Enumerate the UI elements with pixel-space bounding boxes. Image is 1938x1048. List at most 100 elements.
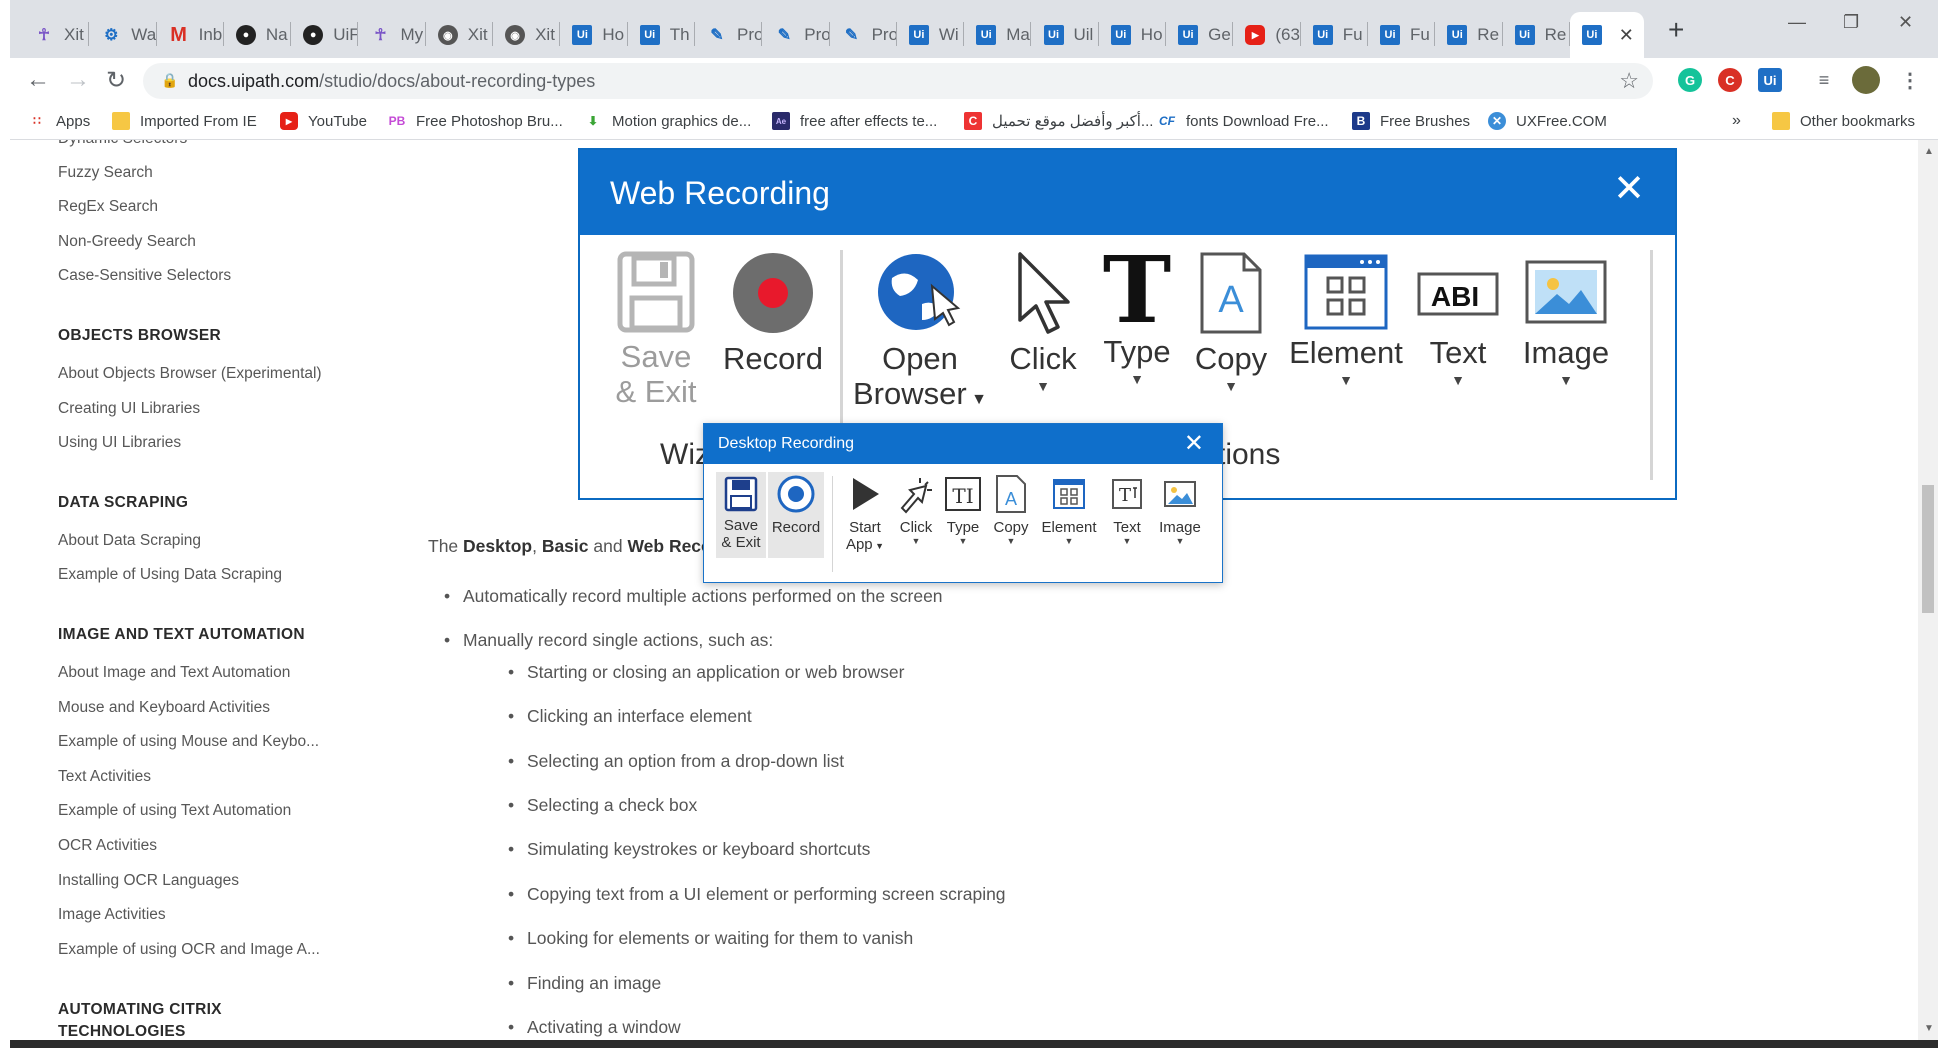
image-button[interactable]: Image ▼ [1152,474,1208,546]
browser-tab[interactable]: ● UiF [291,12,359,58]
bookmark-apps[interactable]: ∷ Apps [28,112,90,130]
tab-title: Ho [1140,25,1163,44]
nav-link[interactable]: Installing OCR Languages [58,872,239,890]
nav-link[interactable]: Case-Sensitive Selectors [58,267,231,285]
tab-active[interactable]: Ui ✕ [1569,12,1644,58]
avatar[interactable] [1852,66,1880,94]
forward-arrow-icon[interactable]: → [66,66,90,94]
scroll-thumb[interactable] [1922,485,1934,613]
nav-link[interactable]: About Image and Text Automation [58,664,290,682]
nav-link[interactable]: RegEx Search [58,198,158,216]
nav-link[interactable]: Mouse and Keyboard Activities [58,699,270,717]
browser-tab[interactable]: Ui Uil [1032,12,1099,58]
browser-tab[interactable]: Ui Re [1503,12,1570,58]
browser-tab[interactable]: Ui Re [1435,12,1503,58]
reload-icon[interactable]: ↻ [106,66,126,95]
click-button[interactable]: Click ▼ [998,250,1088,394]
nav-link[interactable]: Dynamic Selectors [58,140,187,148]
close-icon[interactable]: ✕ [1184,429,1204,458]
nav-link[interactable]: Text Activities [58,768,151,786]
bookmarks-overflow[interactable]: » [1732,112,1741,130]
image-button[interactable]: Image ▼ [1516,254,1616,388]
bookmark-brushes[interactable]: B Free Brushes [1352,112,1470,130]
record-button[interactable]: Record [768,472,824,558]
nav-link[interactable]: About Data Scraping [58,532,201,550]
browser-tab[interactable]: Ui Ge [1166,12,1234,58]
bookmark-imported[interactable]: Imported From IE [112,112,257,130]
open-browser-button[interactable]: Open Browser ▼ [850,250,990,417]
element-button[interactable]: Element ▼ [1036,474,1102,546]
browser-tab[interactable]: ● Na [224,12,292,58]
bookmark-arabic[interactable]: C أكبر وأفضل موقع تحميل... [964,112,1153,130]
extension-badge-icon[interactable]: C [1718,68,1742,92]
address-bar[interactable]: 🔒 docs.uipath.com/studio/docs/about-reco… [143,63,1653,99]
type-button[interactable]: TI Type ▼ [940,474,986,546]
element-button[interactable]: Element ▼ [1286,254,1406,388]
browser-tab[interactable]: M Inb [157,12,224,58]
close-window-button[interactable]: ✕ [1898,12,1913,33]
record-button[interactable]: Record [718,250,828,376]
browser-tab[interactable]: Ui Fu [1368,12,1436,58]
scroll-up-arrow-icon[interactable]: ▲ [1924,146,1934,157]
browser-tab[interactable]: ◉ Xit [493,12,561,58]
uipath-extension-icon[interactable]: Ui [1758,68,1782,92]
close-tab-icon[interactable]: ✕ [1619,25,1634,46]
nav-link[interactable]: Image Activities [58,906,166,924]
nav-link[interactable]: Using UI Libraries [58,434,181,452]
text-button[interactable]: T Text ▼ [1104,474,1150,546]
nav-link[interactable]: Example of using Text Automation [58,802,291,820]
browser-tab[interactable]: ◉ Xit [426,12,494,58]
nav-link[interactable]: Non-Greedy Search [58,233,196,251]
nav-link[interactable]: Fuzzy Search [58,164,153,182]
browser-tab[interactable]: Ui Fu [1301,12,1368,58]
back-arrow-icon[interactable]: ← [26,66,50,94]
click-button[interactable]: Click ▼ [894,474,938,546]
browser-tab[interactable]: Ui Ma [964,12,1032,58]
save-exit-button[interactable]: Save & Exit [716,472,766,558]
browser-tab[interactable]: ✎ Pro [695,12,763,58]
browser-tab[interactable]: ▶ (63 [1233,12,1301,58]
new-tab-button[interactable]: + [1668,14,1684,46]
menu-icon[interactable]: ⋮ [1898,68,1922,92]
nav-link[interactable]: Example of Using Data Scraping [58,566,282,584]
chevron-down-icon: ▼ [1451,372,1465,388]
chrome-icon: ◉ [437,25,458,45]
browser-tab[interactable]: Ui Ho [560,12,628,58]
save-exit-button[interactable]: Save & Exit [612,250,700,409]
browser-tab[interactable]: Ui Th [628,12,695,58]
nav-link[interactable]: About Objects Browser (Experimental) [58,365,322,383]
dialog-title: Web Recording [610,175,830,211]
browser-tab[interactable]: ☥ My [359,12,426,58]
text-button[interactable]: ABI Text ▼ [1408,254,1508,388]
browser-tab[interactable]: ✎ Pro [762,12,830,58]
restore-button[interactable]: ❐ [1843,12,1859,33]
bookmark-motion[interactable]: ⬇ Motion graphics de... [584,112,751,130]
bookmark-uxfree[interactable]: ✕ UXFree.COM [1488,112,1607,130]
browser-tab[interactable]: Ui Wi [897,12,965,58]
browser-tab[interactable]: Ui Ho [1099,12,1167,58]
nav-link[interactable]: OCR Activities [58,837,157,855]
browser-tab[interactable]: ⚙ Wa [89,12,157,58]
page-scrollbar[interactable]: ▲ ▼ [1918,140,1938,1040]
nav-link[interactable]: Example of using OCR and Image A... [58,941,320,959]
grammarly-icon[interactable]: G [1678,68,1702,92]
nav-link[interactable]: Creating UI Libraries [58,400,200,418]
bookmark-star-icon[interactable]: ☆ [1619,68,1639,94]
nav-link[interactable]: Example of using Mouse and Keybo... [58,733,319,751]
bookmark-after-effects[interactable]: Ae free after effects te... [772,112,937,130]
bookmark-photoshop[interactable]: PB Free Photoshop Bru... [388,112,563,130]
browser-tab[interactable]: ☥ Xit [22,12,90,58]
copy-button[interactable]: A Copy ▼ [1186,250,1276,394]
scroll-down-arrow-icon[interactable]: ▼ [1924,1023,1934,1034]
media-controls-icon[interactable]: ≡ [1812,68,1836,92]
type-button[interactable]: T Type ▼ [1092,244,1182,387]
start-app-button[interactable]: Start App ▼ [838,474,892,555]
browser-window: + — ❐ ✕ ☥ Xit ⚙ Wa M Inb ● Na ● UiF ☥ My ◉ Xit ◉ Xit Ui H… [0,0,1938,1048]
bookmark-other[interactable]: Other bookmarks [1772,112,1915,130]
close-icon[interactable]: ✕ [1613,166,1645,211]
bookmark-youtube[interactable]: ▶ YouTube [280,112,367,130]
copy-button[interactable]: A Copy ▼ [988,474,1034,546]
browser-tab[interactable]: ✎ Pro [830,12,897,58]
minimize-button[interactable]: — [1788,12,1806,33]
bookmark-fonts[interactable]: CF fonts Download Fre... [1158,112,1329,130]
